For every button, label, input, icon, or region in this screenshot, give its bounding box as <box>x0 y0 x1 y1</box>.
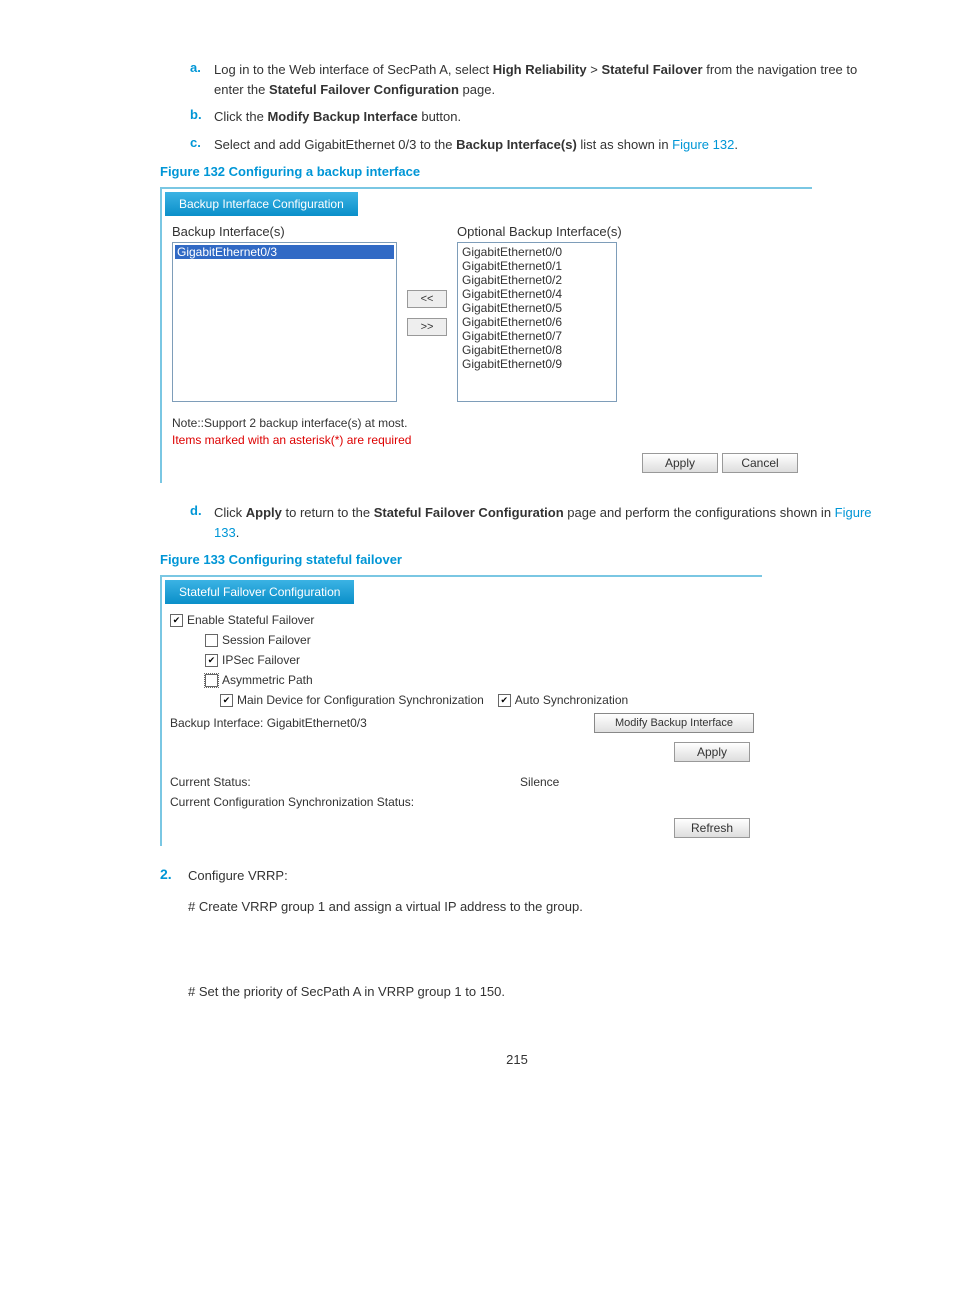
tab-backup-interface-config[interactable]: Backup Interface Configuration <box>165 192 358 216</box>
checkbox-session-failover[interactable] <box>205 634 218 647</box>
checkbox-label: IPSec Failover <box>222 653 300 667</box>
text: Click <box>214 505 246 520</box>
tab-stateful-failover-config[interactable]: Stateful Failover Configuration <box>165 580 354 604</box>
list-item[interactable]: GigabitEthernet0/0 <box>460 245 614 259</box>
checkbox-main-device-sync[interactable] <box>220 694 233 707</box>
cancel-button[interactable]: Cancel <box>722 453 798 473</box>
step-list-abc: a. Log in to the Web interface of SecPat… <box>190 60 874 154</box>
text: to return to the <box>282 505 374 520</box>
figure-133: Stateful Failover Configuration Enable S… <box>160 575 762 846</box>
bold-text: High Reliability <box>493 62 587 77</box>
text: Click the <box>214 109 267 124</box>
checkbox-enable-stateful-failover[interactable] <box>170 614 183 627</box>
step-body: Log in to the Web interface of SecPath A… <box>214 60 874 99</box>
step-a: a. Log in to the Web interface of SecPat… <box>190 60 874 99</box>
checkbox-label: Enable Stateful Failover <box>187 613 314 627</box>
list-item[interactable]: GigabitEthernet0/7 <box>460 329 614 343</box>
bold-text: Stateful Failover Configuration <box>374 505 564 520</box>
fig132-body: Backup Interface(s) GigabitEthernet0/3 <… <box>162 216 812 483</box>
step-body: Click the Modify Backup Interface button… <box>214 107 874 127</box>
figure-132: Backup Interface Configuration Backup In… <box>160 187 812 483</box>
fig133-body: Enable Stateful Failover Session Failove… <box>162 604 762 846</box>
step-marker: c. <box>190 135 214 155</box>
text: . <box>236 525 240 540</box>
checkbox-auto-sync[interactable] <box>498 694 511 707</box>
page-number: 215 <box>160 1052 874 1067</box>
list-item[interactable]: GigabitEthernet0/9 <box>460 357 614 371</box>
checkbox-label: Main Device for Configuration Synchroniz… <box>237 693 484 707</box>
step-list-d: d. Click Apply to return to the Stateful… <box>190 503 874 542</box>
backup-interfaces-listbox[interactable]: GigabitEthernet0/3 <box>172 242 397 402</box>
current-status-label: Current Status: <box>170 775 520 789</box>
para-set-priority: # Set the priority of SecPath A in VRRP … <box>188 982 874 1002</box>
text: button. <box>418 109 461 124</box>
list-item[interactable]: GigabitEthernet0/4 <box>460 287 614 301</box>
refresh-button[interactable]: Refresh <box>674 818 750 838</box>
text: page and perform the configurations show… <box>564 505 835 520</box>
checkbox-label: Auto Synchronization <box>515 693 628 707</box>
figure-133-caption: Figure 133 Configuring stateful failover <box>160 552 874 567</box>
apply-button[interactable]: Apply <box>674 742 750 762</box>
optional-backup-interfaces-listbox[interactable]: GigabitEthernet0/0 GigabitEthernet0/1 Gi… <box>457 242 617 402</box>
step-marker: 2. <box>160 866 188 887</box>
bold-text: Apply <box>246 505 282 520</box>
text: Log in to the Web interface of SecPath A… <box>214 62 493 77</box>
checkbox-asymmetric-path[interactable] <box>205 674 218 687</box>
list-item[interactable]: GigabitEthernet0/6 <box>460 315 614 329</box>
step-marker: b. <box>190 107 214 127</box>
list-item[interactable]: GigabitEthernet0/1 <box>460 259 614 273</box>
text: > <box>587 62 602 77</box>
text: list as shown in <box>577 137 672 152</box>
bold-text: Stateful Failover <box>601 62 702 77</box>
current-status-value: Silence <box>520 775 559 789</box>
list-item[interactable]: GigabitEthernet0/2 <box>460 273 614 287</box>
text: Select and add GigabitEthernet 0/3 to th… <box>214 137 456 152</box>
sync-status-label: Current Configuration Synchronization St… <box>170 795 520 809</box>
numbered-list: 2. Configure VRRP: <box>160 866 874 887</box>
move-right-button[interactable]: >> <box>407 318 447 336</box>
checkbox-ipsec-failover[interactable] <box>205 654 218 667</box>
apply-button[interactable]: Apply <box>642 453 718 473</box>
step-d: d. Click Apply to return to the Stateful… <box>190 503 874 542</box>
backup-interface-label: Backup Interface: GigabitEthernet0/3 <box>170 716 582 730</box>
step-2: 2. Configure VRRP: <box>160 866 874 887</box>
list-item[interactable]: GigabitEthernet0/3 <box>175 245 394 259</box>
text: page. <box>459 82 495 97</box>
step-c: c. Select and add GigabitEthernet 0/3 to… <box>190 135 874 155</box>
text: . <box>734 137 738 152</box>
step-marker: d. <box>190 503 214 542</box>
step-body: Select and add GigabitEthernet 0/3 to th… <box>214 135 874 155</box>
checkbox-label: Session Failover <box>222 633 311 647</box>
list-item[interactable]: GigabitEthernet0/8 <box>460 343 614 357</box>
step-marker: a. <box>190 60 214 99</box>
figure-132-caption: Figure 132 Configuring a backup interfac… <box>160 164 874 179</box>
step-body: Click Apply to return to the Stateful Fa… <box>214 503 874 542</box>
figure-link[interactable]: Figure 132 <box>672 137 734 152</box>
bold-text: Modify Backup Interface <box>267 109 417 124</box>
move-left-button[interactable]: << <box>407 290 447 308</box>
step-b: b. Click the Modify Backup Interface but… <box>190 107 874 127</box>
backup-interfaces-label: Backup Interface(s) <box>172 224 397 239</box>
list-item[interactable]: GigabitEthernet0/5 <box>460 301 614 315</box>
optional-backup-interfaces-label: Optional Backup Interface(s) <box>457 224 802 239</box>
para-create-vrrp: # Create VRRP group 1 and assign a virtu… <box>188 897 874 917</box>
note-text: Note::Support 2 backup interface(s) at m… <box>172 416 802 430</box>
bold-text: Backup Interface(s) <box>456 137 577 152</box>
step-body: Configure VRRP: <box>188 866 874 887</box>
required-text: Items marked with an asterisk(*) are req… <box>172 433 802 447</box>
bold-text: Stateful Failover Configuration <box>269 82 459 97</box>
checkbox-label: Asymmetric Path <box>222 673 313 687</box>
modify-backup-interface-button[interactable]: Modify Backup Interface <box>594 713 754 733</box>
